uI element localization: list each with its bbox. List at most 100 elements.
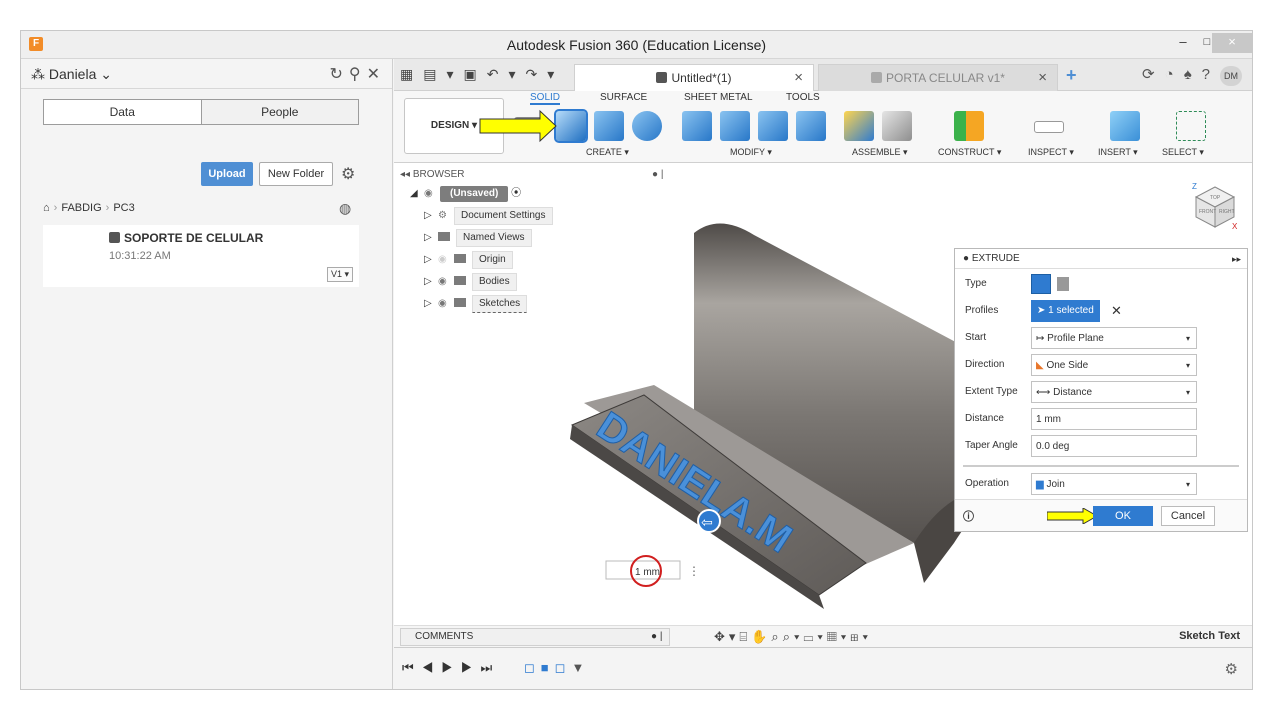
insert-image-icon[interactable] xyxy=(1110,111,1140,141)
info-icon[interactable]: ⓘ xyxy=(963,508,974,524)
settings-gear-icon[interactable]: ⚙ xyxy=(341,164,355,184)
clear-selection-icon[interactable]: ✕ xyxy=(1111,300,1122,322)
browser-item-document-settings[interactable]: ▷ ⚙ Document Settings xyxy=(400,205,670,227)
new-folder-button[interactable]: New Folder xyxy=(259,162,333,186)
play-icon[interactable]: ▶ xyxy=(441,660,461,675)
revolve-icon[interactable] xyxy=(594,111,624,141)
expand-triangle-icon[interactable]: ▷ xyxy=(424,205,438,227)
save-icon[interactable]: ▣ xyxy=(464,66,487,82)
extensions-icon[interactable]: ⟳ xyxy=(1142,66,1165,83)
go-to-start-icon[interactable]: ⏮ xyxy=(402,660,422,675)
cancel-button[interactable]: Cancel xyxy=(1161,506,1215,526)
visibility-off-icon[interactable]: ◉ xyxy=(438,249,454,271)
expand-triangle-icon[interactable]: ▷ xyxy=(424,227,438,249)
collapse-triangle-icon[interactable]: ◢ xyxy=(410,183,424,205)
offset-plane-icon[interactable] xyxy=(954,111,984,141)
expand-dialog-icon[interactable]: ▸▸ xyxy=(1232,249,1241,269)
extrude-type-thin-icon[interactable] xyxy=(1057,277,1069,291)
timeline-sketch-icon[interactable]: ◻ xyxy=(555,660,572,675)
extrude-type-new-icon[interactable] xyxy=(1031,274,1051,294)
operation-select[interactable]: ▆ Join ▾ xyxy=(1031,473,1197,495)
share-globe-icon[interactable]: ◍ xyxy=(339,200,351,217)
grid-settings-icon[interactable]: ▦▾ xyxy=(827,629,850,644)
browser-item-named-views[interactable]: ▷ Named Views xyxy=(400,227,670,249)
step-forward-icon[interactable]: ▶ xyxy=(461,660,481,675)
display-settings-icon[interactable]: ▭▾ xyxy=(803,629,826,644)
fit-icon[interactable]: ⌕▾ xyxy=(783,629,804,644)
viewports-icon[interactable]: ⊞▾ xyxy=(850,629,872,644)
activate-radio-icon[interactable]: ⦿ xyxy=(508,188,521,199)
tab-tools[interactable]: TOOLS xyxy=(786,92,820,103)
visibility-eye-icon[interactable]: ◉ xyxy=(438,271,454,293)
new-tab-plus-icon[interactable]: + xyxy=(1066,65,1077,86)
browser-item-bodies[interactable]: ▷ ◉ Bodies xyxy=(400,271,670,293)
assemble-menu[interactable]: ASSEMBLE ▾ xyxy=(852,147,908,158)
close-tab-icon[interactable]: × xyxy=(1038,69,1047,86)
insert-menu[interactable]: INSERT ▾ xyxy=(1098,147,1138,158)
file-card[interactable]: SOPORTE DE CELULAR 10:31:22 AM V1 ▾ xyxy=(43,225,359,287)
profiles-selection-button[interactable]: ➤ 1 selected xyxy=(1031,300,1100,322)
extent-type-select[interactable]: ⟷ Distance ▾ xyxy=(1031,381,1197,403)
go-to-end-icon[interactable]: ⏭ xyxy=(481,660,501,675)
grid-menu-icon[interactable]: ▦ xyxy=(400,66,423,82)
job-status-icon[interactable]: ◔ xyxy=(1165,66,1184,83)
add-comment-icon[interactable]: ● | xyxy=(651,629,662,645)
orbit-icon[interactable]: ✥▾ xyxy=(714,629,739,644)
shell-icon[interactable] xyxy=(796,111,826,141)
direction-select[interactable]: ◣ One Side ▾ xyxy=(1031,354,1197,376)
close-panel-icon[interactable]: ✕ xyxy=(367,66,386,83)
chamfer-icon[interactable] xyxy=(758,111,788,141)
fillet-icon[interactable] xyxy=(720,111,750,141)
user-menu[interactable]: ⁂ Daniela ⌄ xyxy=(31,66,112,83)
browser-item-origin[interactable]: ▷ ◉ Origin xyxy=(400,249,670,271)
ok-button[interactable]: OK xyxy=(1093,506,1153,526)
tab-sheet-metal[interactable]: SHEET METAL xyxy=(684,92,753,103)
upload-button[interactable]: Upload xyxy=(201,162,253,186)
refresh-icon[interactable]: ↻ xyxy=(329,66,348,83)
tab-surface[interactable]: SURFACE xyxy=(600,92,647,103)
comments-panel[interactable]: COMMENTS ● | xyxy=(400,628,670,646)
expand-triangle-icon[interactable]: ▷ xyxy=(424,249,438,271)
tab-porta-celular[interactable]: PORTA CELULAR v1* × xyxy=(818,64,1058,91)
expand-triangle-icon[interactable]: ▷ xyxy=(424,293,438,315)
tab-untitled[interactable]: Untitled*(1) × xyxy=(574,64,814,91)
timeline-sketch-icon[interactable]: ◻ xyxy=(524,660,541,675)
version-badge[interactable]: V1 ▾ xyxy=(326,267,353,282)
collapse-browser-icon[interactable]: ◂◂ xyxy=(400,169,413,180)
measure-icon[interactable] xyxy=(1034,121,1064,133)
breadcrumb-fabdig[interactable]: FABDIG xyxy=(61,202,101,214)
start-select[interactable]: ↦ Profile Plane ▾ xyxy=(1031,327,1197,349)
close-button[interactable]: × xyxy=(1212,33,1252,53)
visibility-eye-icon[interactable]: ◉ xyxy=(438,293,454,315)
browser-item-sketches[interactable]: ▷ ◉ Sketches xyxy=(400,293,670,315)
people-tab[interactable]: People xyxy=(200,100,358,124)
zoom-icon[interactable]: ⌕ xyxy=(771,629,782,644)
look-at-icon[interactable]: ⌸ xyxy=(739,629,751,644)
inspect-menu[interactable]: INSPECT ▾ xyxy=(1028,147,1074,158)
timeline-settings-gear-icon[interactable]: ⚙ xyxy=(1225,660,1238,678)
file-menu-icon[interactable]: ▤▾ xyxy=(423,66,463,82)
redo-icon[interactable]: ↷▾ xyxy=(526,66,565,82)
help-icon[interactable]: ? xyxy=(1202,66,1220,83)
construct-menu[interactable]: CONSTRUCT ▾ xyxy=(938,147,1001,158)
visibility-eye-icon[interactable]: ◉ xyxy=(424,183,440,205)
step-back-icon[interactable]: ◀ xyxy=(422,660,442,675)
extrude-dialog-header[interactable]: ● EXTRUDE ▸▸ xyxy=(955,249,1247,269)
modify-menu[interactable]: MODIFY ▾ xyxy=(730,147,772,158)
viewcube[interactable]: Z X TOP FRONT RIGHT xyxy=(1190,181,1240,231)
joint-icon[interactable] xyxy=(882,111,912,141)
avatar[interactable]: DM xyxy=(1220,66,1242,86)
data-tab[interactable]: Data xyxy=(44,100,201,124)
taper-angle-field[interactable]: 0.0 deg xyxy=(1031,435,1197,457)
browser-root[interactable]: ◢ ◉ (Unsaved) ⦿ xyxy=(400,183,670,205)
pan-hand-icon[interactable]: ✋ xyxy=(751,629,771,644)
search-icon[interactable]: ⚲ xyxy=(349,66,367,83)
press-pull-icon[interactable] xyxy=(682,111,712,141)
browser-header[interactable]: ◂◂ BROWSER ● | xyxy=(400,167,670,183)
new-component-icon[interactable] xyxy=(844,111,874,141)
minimize-button[interactable]: – xyxy=(1170,33,1196,53)
select-icon[interactable] xyxy=(1176,111,1206,141)
expand-triangle-icon[interactable]: ▷ xyxy=(424,271,438,293)
breadcrumb-pc3[interactable]: PC3 xyxy=(113,202,134,214)
notifications-bell-icon[interactable]: ♠ xyxy=(1184,66,1202,83)
